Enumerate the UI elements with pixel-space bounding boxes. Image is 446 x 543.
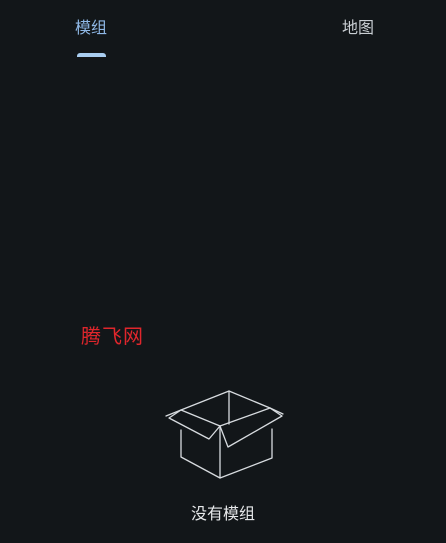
tab-map[interactable]: 地图 bbox=[313, 17, 403, 58]
tab-modules[interactable]: 模组 bbox=[46, 17, 136, 58]
open-box-icon bbox=[165, 390, 284, 479]
tab-modules-label: 模组 bbox=[74, 18, 107, 37]
app-screen: 模组 地图 腾飞网 没有模组 bbox=[0, 0, 446, 543]
watermark-text: 腾飞网 bbox=[81, 324, 144, 348]
empty-state-message: 没有模组 bbox=[190, 504, 255, 523]
active-tab-indicator bbox=[77, 53, 106, 57]
tab-map-label: 地图 bbox=[341, 18, 374, 37]
tab-bar: 模组 地图 bbox=[0, 0, 446, 58]
